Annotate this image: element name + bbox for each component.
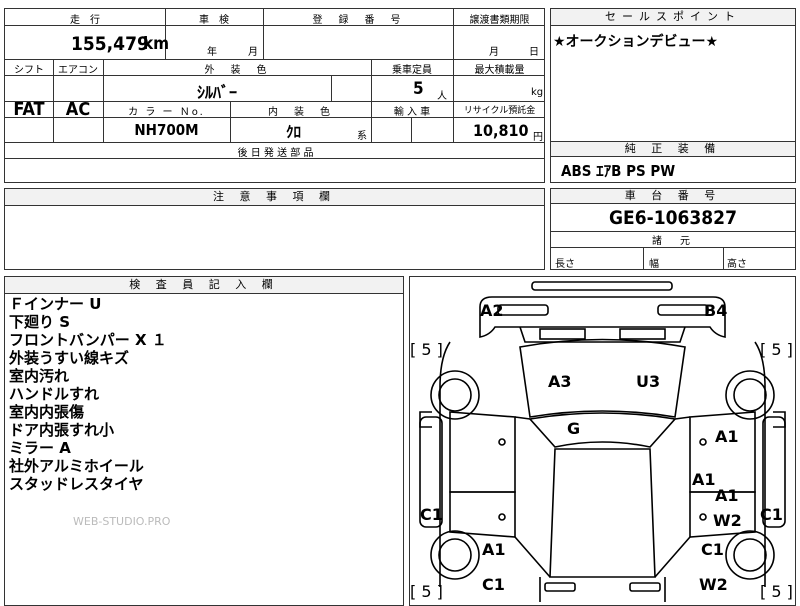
mark-right-center: A1 xyxy=(692,470,716,489)
dimensions-label: 諸 元 xyxy=(652,236,694,247)
notes-box: 注 意 事 項 欄 xyxy=(4,188,545,270)
mark-front-right: B4 xyxy=(704,301,728,320)
interior-suffix: 系 xyxy=(357,131,367,142)
inspector-note: Ｆインナー U xyxy=(9,295,102,313)
sales-point-text: ★オークションデビュー★ xyxy=(553,34,719,50)
equipment-value: ABS ｴｱB PS PW xyxy=(561,162,676,180)
chassis-label: 車 台 番 号 xyxy=(551,189,795,204)
transfer-day-unit: 日 xyxy=(529,47,539,58)
tire-right-top: [ 5 ] xyxy=(760,340,793,359)
sales-point-label: セールスポイント xyxy=(551,9,795,26)
vehicle-info-table: 走 行 車 検 登 録 番 号 譲渡書類期限 155,479 km 年 月 月 … xyxy=(4,8,545,183)
mark-left-rear-panel: A1 xyxy=(482,540,506,559)
capacity-value: 5 xyxy=(413,79,424,99)
inspector-note: ミラー A xyxy=(9,439,71,457)
chassis-box: 車 台 番 号 GE6-1063827 諸 元 長さ 幅 高さ xyxy=(550,188,796,270)
sales-point-box: セールスポイント ★オークションデビュー★ xyxy=(550,8,796,142)
mark-right-rear-bottom: W2 xyxy=(699,575,728,594)
equipment-box: 純 正 装 備 ABS ｴｱB PS PW xyxy=(550,141,796,183)
inspector-note: 室内内張傷 xyxy=(9,403,85,421)
registration-label: 登 録 番 号 xyxy=(312,15,404,26)
inspector-note: スタッドレスタイヤ xyxy=(9,475,144,493)
exterior-color-label: 外 装 色 xyxy=(204,65,270,76)
shift-label: シフト xyxy=(14,65,44,76)
capacity-unit: 人 xyxy=(437,91,447,102)
inspector-note: 室内汚れ xyxy=(9,367,70,385)
recycle-value: 10,810 xyxy=(473,121,529,140)
tire-left-bottom: [ 5 ] xyxy=(410,582,443,601)
length-label: 長さ xyxy=(555,259,575,270)
mark-front-left: A2 xyxy=(480,301,504,320)
height-label: 高さ xyxy=(727,259,747,270)
mark-left-rear-bottom: C1 xyxy=(482,575,505,594)
inspector-box: 検 査 員 記 入 欄 Ｆインナー U 下廻り S フロントバンパー X １ 外… xyxy=(4,276,404,606)
aircon-value: AC xyxy=(65,99,91,120)
mark-left-front-fender: C1 xyxy=(420,505,443,524)
capacity-label: 乗車定員 xyxy=(392,65,432,76)
inspector-note: ハンドルすれ xyxy=(9,385,100,403)
width-label: 幅 xyxy=(649,259,659,270)
aircon-label: エアコン xyxy=(58,65,98,76)
damage-diagram: A2 B4 A3 U3 G A1 A1 A1 W2 C1 C1 A1 C1 C1… xyxy=(409,276,796,606)
import-label: 輸 入 車 xyxy=(393,107,431,118)
mark-right-front-fender: C1 xyxy=(760,505,783,524)
transfer-month-unit: 月 xyxy=(489,47,499,58)
mark-right-front-door: A1 xyxy=(715,427,739,446)
recycle-label: リサイクル預託金 xyxy=(463,106,536,116)
month-unit: 月 xyxy=(248,47,258,58)
inspector-note: 社外アルミホイール xyxy=(9,457,144,475)
max-load-unit: kg xyxy=(531,87,544,98)
chassis-value: GE6-1063827 xyxy=(609,207,737,229)
inspector-notes: Ｆインナー U 下廻り S フロントバンパー X １ 外装うすい線キズ 室内汚れ… xyxy=(9,295,167,493)
mark-glass: G xyxy=(567,419,581,438)
inspector-note: 外装うすい線キズ xyxy=(9,349,130,367)
inspection-label: 車 検 xyxy=(199,15,229,26)
watermark: WEB-STUDIO.PRO xyxy=(73,515,171,528)
mileage-value: 155,479 xyxy=(71,33,149,55)
distance-label: 走 行 xyxy=(70,15,100,26)
mark-hood-left: A3 xyxy=(548,372,572,391)
interior-color-value: ｸﾛ xyxy=(285,123,301,141)
color-no-value: NH700M xyxy=(134,121,199,139)
tire-left-top: [ 5 ] xyxy=(410,340,443,359)
equipment-label: 純 正 装 備 xyxy=(551,142,795,157)
parts-label: 後 日 発 送 部 品 xyxy=(237,148,314,159)
inspector-note: 下廻り S xyxy=(9,313,71,331)
shift-value: FAT xyxy=(13,99,45,120)
tire-right-bottom: [ 5 ] xyxy=(760,582,793,601)
mark-right-rear-door: A1 xyxy=(715,486,739,505)
recycle-unit: 円 xyxy=(533,132,543,143)
inspector-note: ドア内張すれ小 xyxy=(9,421,115,439)
notes-label: 注 意 事 項 欄 xyxy=(5,189,544,206)
max-load-label: 最大積載量 xyxy=(474,65,525,76)
exterior-color-value: ｼﾙﾊﾞｰ xyxy=(196,83,237,102)
inspector-label: 検 査 員 記 入 欄 xyxy=(5,277,403,294)
year-unit: 年 xyxy=(207,47,217,58)
inspector-note: フロントバンパー X １ xyxy=(9,331,167,349)
mark-right-rear-lower: W2 xyxy=(713,511,742,530)
transfer-docs-label: 譲渡書類期限 xyxy=(469,15,530,26)
mileage-unit: km xyxy=(143,34,170,54)
mark-hood-right: U3 xyxy=(636,372,661,391)
color-no-label: カ ラ ー Ｎo. xyxy=(128,107,205,118)
interior-color-label: 内 装 色 xyxy=(268,107,333,118)
mark-right-rear-panel: C1 xyxy=(701,540,724,559)
